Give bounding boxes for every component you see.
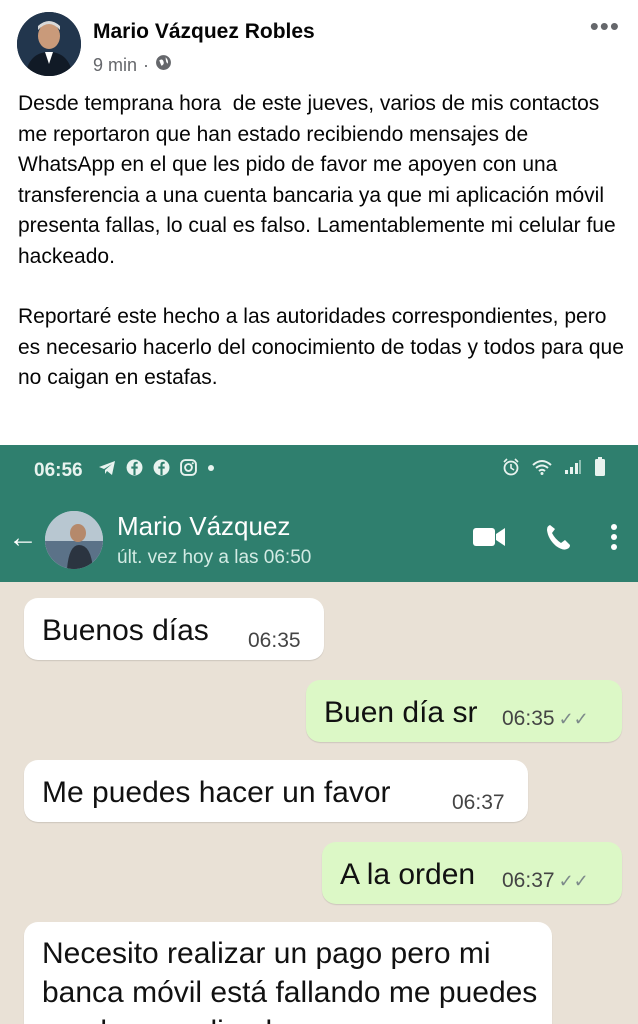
chat-actions (472, 523, 618, 551)
contact-avatar[interactable] (45, 511, 103, 569)
message-text: Buenos días (42, 614, 209, 647)
chat-header: ← Mario Vázquez últ. vez hoy a las 06:50 (0, 497, 638, 582)
signal-icon (565, 460, 581, 474)
double-check-icon: ✓✓ (558, 709, 589, 729)
message-incoming: Buenos días 06:35 (24, 598, 324, 660)
dot-icon (208, 464, 214, 471)
post-paragraph: Reportaré este hecho a las autoridades c… (18, 305, 630, 389)
chat-area: Buenos días 06:35 Buen día sr 06:35 ✓✓ Me… (0, 582, 638, 1024)
facebook-icon (153, 459, 170, 476)
wifi-icon (532, 460, 552, 475)
facebook-icon (126, 459, 143, 476)
message-time-value: 06:37 (502, 869, 555, 892)
author-name[interactable]: Mario Vázquez Robles (93, 20, 315, 44)
status-time: 06:56 (34, 460, 83, 481)
notification-icons (98, 459, 215, 476)
battery-icon (595, 457, 605, 476)
post-time[interactable]: 9 min (93, 55, 137, 76)
whatsapp-screenshot-image[interactable]: 06:56 ← Mario Vázquez últ. vez hoy a las… (0, 445, 638, 1024)
video-call-icon[interactable] (472, 526, 506, 548)
message-text: Necesito realizar un pago pero mi banca … (42, 937, 538, 1024)
post-header: Mario Vázquez Robles 9 min · ••• (0, 0, 638, 90)
message-text: A la orden (340, 858, 476, 891)
instagram-icon (180, 459, 197, 476)
alarm-icon (503, 458, 519, 476)
message-text: Buen día sr (324, 696, 478, 729)
globe-icon (155, 54, 172, 76)
phone-call-icon[interactable] (544, 523, 572, 551)
message-time: 06:35 (248, 629, 301, 652)
message-outgoing: A la orden 06:37 ✓✓ (322, 842, 622, 904)
post-body: Desde temprana hora de este jueves, vari… (18, 89, 630, 394)
system-icons (502, 457, 606, 477)
message-incoming: Necesito realizar un pago pero mi banca … (24, 922, 552, 1024)
telegram-icon (99, 460, 115, 475)
contact-name[interactable]: Mario Vázquez (117, 511, 290, 542)
message-outgoing: Buen día sr 06:35 ✓✓ (306, 680, 622, 742)
more-dots-icon[interactable]: ••• (590, 13, 620, 39)
message-incoming: Me puedes hacer un favor 06:37 (24, 760, 528, 822)
separator-dot: · (143, 54, 150, 75)
message-time: 06:37 ✓✓ (502, 869, 589, 893)
post-paragraph: Desde temprana hora de este jueves, vari… (18, 92, 622, 268)
status-bar: 06:56 (0, 445, 638, 497)
message-time: 06:37 (452, 791, 505, 814)
post-meta: 9 min · (93, 54, 172, 76)
message-time-value: 06:35 (502, 707, 555, 730)
last-seen-status: últ. vez hoy a las 06:50 (117, 547, 312, 568)
message-text: Me puedes hacer un favor (42, 776, 391, 809)
message-time: 06:35 ✓✓ (502, 707, 589, 731)
double-check-icon: ✓✓ (558, 871, 589, 891)
back-arrow-icon[interactable]: ← (8, 521, 38, 555)
menu-dots-icon[interactable] (610, 523, 618, 551)
author-avatar[interactable] (17, 12, 81, 76)
